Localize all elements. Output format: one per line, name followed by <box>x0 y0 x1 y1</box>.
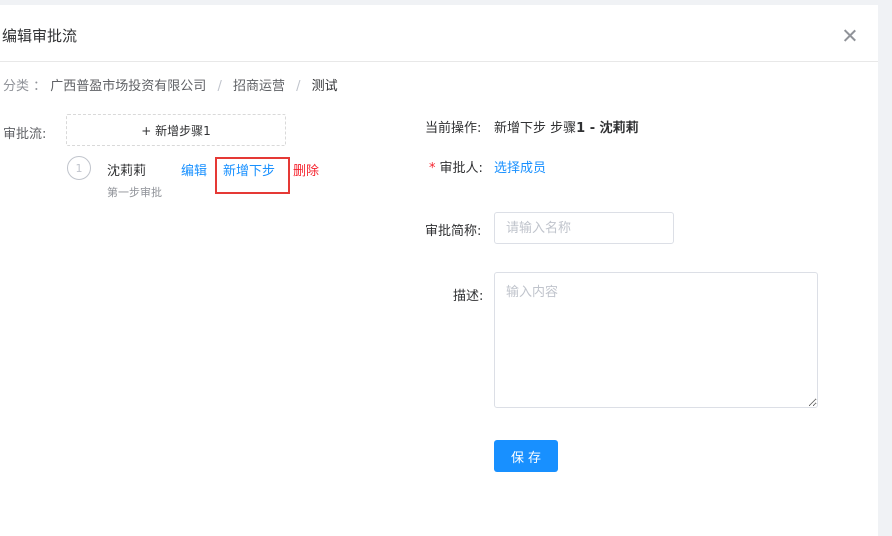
description-textarea[interactable] <box>494 272 818 408</box>
breadcrumb: 分类 ： 广西普盈市场投资有限公司 / 招商运营 / 测试 <box>3 75 338 94</box>
step-description: 第一步审批 <box>107 186 162 199</box>
add-step-button[interactable]: + 新增步骤1 <box>66 114 286 146</box>
breadcrumb-item-department: 招商运营 <box>232 79 285 94</box>
approver-label: * 审批人: <box>429 157 483 176</box>
dialog-title: 编辑审批流 <box>2 27 78 45</box>
dialog-header: 编辑审批流 <box>0 5 878 62</box>
step-approver-name: 沈莉莉 <box>107 164 147 179</box>
current-operation-prefix: 新增下步 步骤 <box>494 121 577 136</box>
current-operation-label: 当前操作: <box>425 121 482 136</box>
breadcrumb-label: 分类 ： <box>3 79 47 94</box>
step-delete-link[interactable]: 删除 <box>293 160 319 179</box>
step-add-next-link[interactable]: 新增下步 <box>223 160 275 179</box>
current-operation-value: 新增下步 步骤1 - 沈莉莉 <box>494 117 639 136</box>
select-member-link[interactable]: 选择成员 <box>494 157 546 176</box>
edit-approval-flow-dialog: 编辑审批流 分类 ： 广西普盈市场投资有限公司 / 招商运营 / 测试 审批流:… <box>0 5 878 536</box>
short-name-input[interactable] <box>494 212 674 244</box>
required-star: * <box>429 161 436 176</box>
approval-flow-label: 审批流: <box>3 127 47 142</box>
breadcrumb-item-current: 测试 <box>311 79 338 94</box>
save-button[interactable]: 保存 <box>494 440 558 472</box>
approver-label-text: 审批人: <box>439 161 483 176</box>
step-edit-link[interactable]: 编辑 <box>181 160 207 179</box>
breadcrumb-separator: / <box>217 79 222 94</box>
description-label: 描述: <box>453 289 484 304</box>
step-number: 1 <box>67 156 91 180</box>
breadcrumb-separator: / <box>296 79 301 94</box>
breadcrumb-item-company: 广西普盈市场投资有限公司 <box>50 79 207 94</box>
current-operation-step: 1 - 沈莉莉 <box>576 121 639 136</box>
close-icon[interactable] <box>840 25 860 45</box>
short-name-label: 审批简称: <box>425 224 482 239</box>
page-backdrop-right <box>878 5 892 536</box>
